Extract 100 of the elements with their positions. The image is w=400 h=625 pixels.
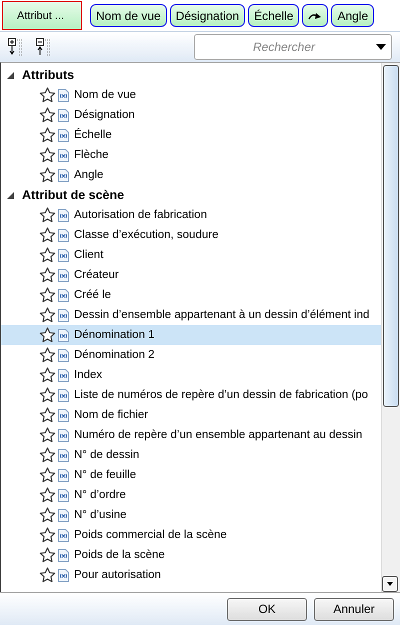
attribute-list-item[interactable]: Pour autorisation xyxy=(1,565,381,585)
attribute-label: Autorisation de fabrication xyxy=(74,209,207,221)
star-icon[interactable] xyxy=(39,287,56,303)
attribute-list-item[interactable]: Créateur xyxy=(1,265,381,285)
attribute-list-item[interactable]: N° de dessin xyxy=(1,445,381,465)
variable-document-icon xyxy=(58,328,69,342)
attribute-label: Liste de numéros de repère d’un dessin de fabrication (po xyxy=(74,389,368,401)
variable-document-icon xyxy=(58,308,69,322)
variable-document-icon xyxy=(58,488,69,502)
attribute-button[interactable]: Désignation xyxy=(170,4,246,27)
star-icon[interactable] xyxy=(39,107,56,123)
variable-document-icon xyxy=(58,348,69,362)
dropdown-caret-icon[interactable] xyxy=(376,44,386,50)
collapse-all-icon[interactable] xyxy=(36,38,52,56)
star-icon[interactable] xyxy=(39,387,56,403)
star-icon[interactable] xyxy=(39,547,56,563)
attribute-label: N° de dessin xyxy=(74,449,140,461)
star-icon[interactable] xyxy=(39,527,56,543)
star-icon[interactable] xyxy=(39,247,56,263)
cancel-button[interactable]: Annuler xyxy=(314,598,394,620)
attribute-list-item[interactable]: Créé le xyxy=(1,285,381,305)
attribute-label: Nom de vue xyxy=(74,89,136,101)
group-header[interactable]: Attributs xyxy=(22,68,74,82)
attribute-list-item[interactable]: Numéro de repère d’un ensemble appartenant au dessin xyxy=(1,425,381,445)
attribute-list-item[interactable]: Échelle xyxy=(1,125,381,145)
expanded-triangle-icon[interactable] xyxy=(7,192,14,198)
variable-document-icon xyxy=(58,268,69,282)
variable-document-icon xyxy=(58,508,69,522)
attribute-list-item[interactable]: Dessin d’ensemble appartenant à un dessin d’élément ind xyxy=(1,305,381,325)
attribute-list-item[interactable]: Liste de numéros de repère d’un dessin de fabrication (po xyxy=(1,385,381,405)
scrollbar[interactable] xyxy=(381,63,400,592)
scroll-down-icon[interactable] xyxy=(382,576,398,592)
attribute-list-item[interactable]: Index xyxy=(1,365,381,385)
star-icon[interactable] xyxy=(39,367,56,383)
star-icon[interactable] xyxy=(39,127,56,143)
attribute-list-item[interactable]: Dénomination 1 xyxy=(1,325,381,345)
attribute-list-item[interactable]: Nom de vue xyxy=(1,85,381,105)
attribute-list-item[interactable]: N° de feuille xyxy=(1,465,381,485)
attribute-label: Numéro de repère d’un ensemble appartenant au dessin xyxy=(74,429,362,441)
attribute-list-item[interactable]: N° d’ordre xyxy=(1,485,381,505)
attribute-list-item[interactable]: Flèche xyxy=(1,145,381,165)
attribute-label: Angle xyxy=(74,169,104,181)
attribute-label: Flèche xyxy=(74,149,109,161)
star-icon[interactable] xyxy=(39,207,56,223)
attribute-list-item[interactable]: Nom de fichier xyxy=(1,405,381,425)
attribute-list-item[interactable]: Poids de la scène xyxy=(1,545,381,565)
attribute-button[interactable]: Échelle xyxy=(248,4,300,27)
attribute-label: Nom de fichier xyxy=(74,409,148,421)
star-icon[interactable] xyxy=(39,407,56,423)
star-icon[interactable] xyxy=(39,567,56,583)
attribute-list-item[interactable]: Dénomination 2 xyxy=(1,345,381,365)
attribute-list-item[interactable]: Désignation xyxy=(1,105,381,125)
variable-document-icon xyxy=(58,388,69,402)
star-icon[interactable] xyxy=(39,167,56,183)
star-icon[interactable] xyxy=(39,87,56,103)
scrollbar-thumb[interactable] xyxy=(383,65,399,407)
variable-document-icon xyxy=(58,128,69,142)
arrow-button[interactable] xyxy=(302,4,328,27)
attribute-list-item[interactable]: Autorisation de fabrication xyxy=(1,205,381,225)
star-icon[interactable] xyxy=(39,227,56,243)
variable-document-icon xyxy=(58,288,69,302)
curved-arrow-icon xyxy=(308,10,322,20)
star-icon[interactable] xyxy=(39,487,56,503)
attribute-label: Poids commercial de la scène xyxy=(74,529,227,541)
star-icon[interactable] xyxy=(39,507,56,523)
star-icon[interactable] xyxy=(39,147,56,163)
attribute-label: Poids de la scène xyxy=(74,549,165,561)
attribute-label: Classe d’exécution, soudure xyxy=(74,229,218,241)
variable-document-icon xyxy=(58,448,69,462)
attribute-label: Créateur xyxy=(74,269,119,281)
attribute-list-item[interactable]: Client xyxy=(1,245,381,265)
variable-document-icon xyxy=(58,468,69,482)
expanded-triangle-icon[interactable] xyxy=(7,72,14,78)
variable-document-icon xyxy=(58,248,69,262)
attribute-label: Échelle xyxy=(74,129,112,141)
attribute-list-item[interactable]: Classe d’exécution, soudure xyxy=(1,225,381,245)
attribute-list-item[interactable]: N° d’usine xyxy=(1,505,381,525)
variable-document-icon xyxy=(58,208,69,222)
attribute-list-item[interactable]: Poids commercial de la scène xyxy=(1,525,381,545)
attribute-label: N° d’ordre xyxy=(74,489,126,501)
star-icon[interactable] xyxy=(39,327,56,343)
attribute-button[interactable]: Angle xyxy=(331,4,374,27)
attribute-list-item[interactable]: Angle xyxy=(1,165,381,185)
attribute-label: Client xyxy=(74,249,104,261)
star-icon[interactable] xyxy=(39,427,56,443)
variable-document-icon xyxy=(58,108,69,122)
expand-all-icon[interactable] xyxy=(8,38,24,56)
ok-button[interactable]: OK xyxy=(227,598,307,620)
attribute-label: Créé le xyxy=(74,289,112,301)
star-icon[interactable] xyxy=(39,347,56,363)
group-header[interactable]: Attribut de scène xyxy=(22,188,124,202)
star-icon[interactable] xyxy=(39,307,56,323)
search-field[interactable]: Rechercher xyxy=(194,34,392,60)
variable-document-icon xyxy=(58,168,69,182)
star-icon[interactable] xyxy=(39,267,56,283)
star-icon[interactable] xyxy=(39,447,56,463)
attribute-button[interactable]: Nom de vue xyxy=(90,4,167,27)
attribute-button[interactable]: Attribut ... xyxy=(2,1,82,30)
star-icon[interactable] xyxy=(39,467,56,483)
attribute-label: Pour autorisation xyxy=(74,569,161,581)
